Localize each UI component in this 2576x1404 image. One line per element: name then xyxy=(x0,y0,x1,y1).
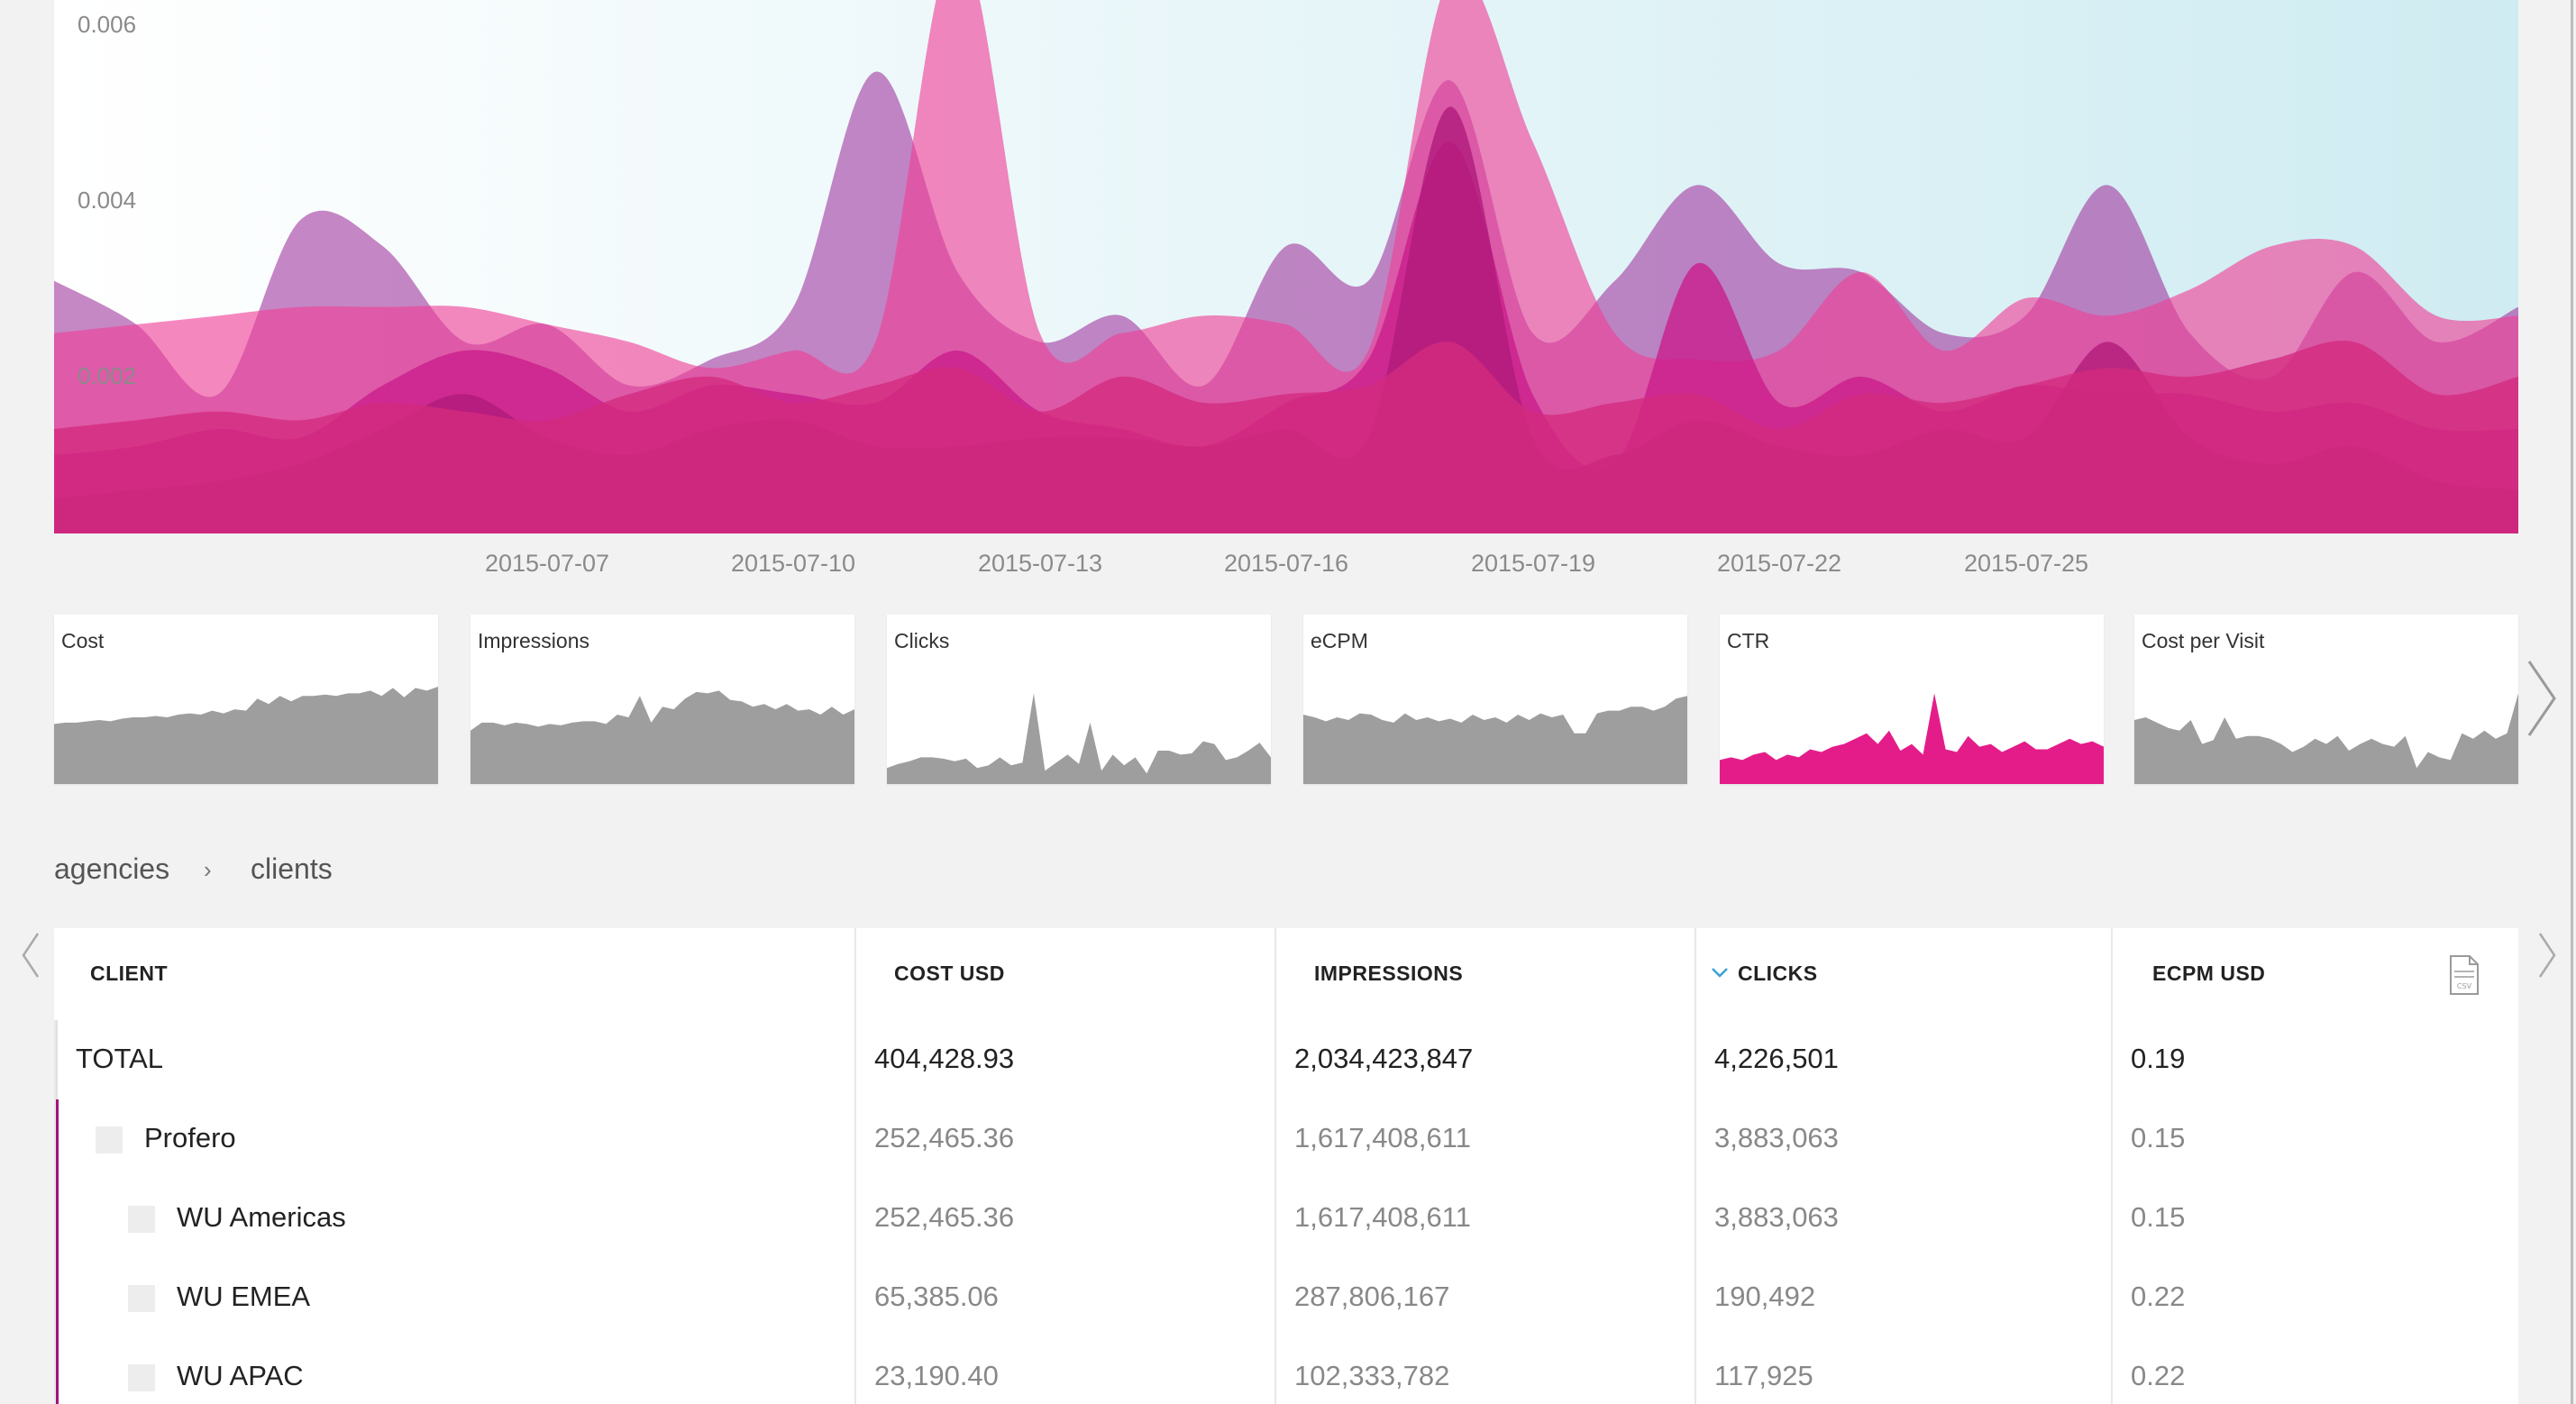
sparkline-area xyxy=(2134,693,2518,784)
metric-card-label: Cost per Visit xyxy=(2142,629,2265,652)
row-checkbox[interactable] xyxy=(128,1285,155,1312)
sparkline-area xyxy=(1303,696,1687,784)
clients-table: CLIENT COST USD IMPRESSIONS CLICKS ECPM … xyxy=(54,928,2518,1404)
chevron-right-icon xyxy=(2527,661,2556,736)
table-row[interactable]: WU APAC 23,190.40 102,333,782 117,925 0.… xyxy=(54,1337,2518,1404)
main-area-chart xyxy=(54,0,2518,533)
x-tick-label: 2015-07-16 xyxy=(1223,550,1349,577)
column-header-cost[interactable]: COST USD xyxy=(854,928,1274,1020)
y-tick-label: 0.006 xyxy=(78,11,137,38)
metric-card-cost-per-visit[interactable]: Cost per Visit xyxy=(2134,615,2518,784)
cell-cost: 65,385.06 xyxy=(874,1281,999,1312)
row-name: TOTAL xyxy=(76,1043,164,1074)
x-tick-label: 2015-07-10 xyxy=(730,550,856,577)
x-tick-label: 2015-07-19 xyxy=(1470,550,1596,577)
x-tick-label: 2015-07-25 xyxy=(1963,550,2089,577)
cell-impressions: 102,333,782 xyxy=(1294,1360,1450,1391)
cell-clicks: 3,883,063 xyxy=(1714,1122,1839,1153)
metric-card-ecpm[interactable]: eCPM xyxy=(1303,615,1687,784)
cell-ecpm: 0.22 xyxy=(2131,1281,2186,1312)
table-row[interactable]: Profero 252,465.36 1,617,408,611 3,883,0… xyxy=(54,1099,2518,1181)
metric-cards-carousel: Cost Impressions Clicks eCPM CTR Cost pe… xyxy=(54,615,2518,784)
sparkline-area xyxy=(54,687,438,784)
row-checkbox[interactable] xyxy=(128,1206,155,1233)
column-header-client[interactable]: CLIENT xyxy=(54,928,854,1020)
chevron-right-icon xyxy=(2538,933,2556,978)
sparkline-area xyxy=(887,693,1271,784)
row-name: WU Americas xyxy=(177,1201,346,1233)
svg-text:CSV: CSV xyxy=(2457,982,2472,990)
cell-cost: 404,428.93 xyxy=(874,1043,1015,1074)
column-header-clicks[interactable]: CLICKS xyxy=(1694,928,2111,1020)
cell-ecpm: 0.15 xyxy=(2131,1122,2186,1153)
y-tick-label: 0.004 xyxy=(78,187,137,214)
cell-ecpm: 0.15 xyxy=(2131,1201,2186,1233)
table-row-total[interactable]: TOTAL 404,428.93 2,034,423,847 4,226,501… xyxy=(54,1020,2518,1101)
cell-impressions: 2,034,423,847 xyxy=(1294,1043,1474,1074)
cell-impressions: 1,617,408,611 xyxy=(1294,1122,1471,1153)
row-name: WU APAC xyxy=(177,1360,304,1391)
chevron-left-icon xyxy=(22,933,40,978)
x-tick-label: 2015-07-13 xyxy=(977,550,1103,577)
csv-export-icon[interactable]: CSV xyxy=(2448,953,2480,997)
cell-impressions: 287,806,167 xyxy=(1294,1281,1450,1312)
cell-ecpm: 0.22 xyxy=(2131,1360,2186,1391)
cell-clicks: 4,226,501 xyxy=(1714,1043,1839,1074)
x-tick-label: 2015-07-07 xyxy=(484,550,610,577)
metric-card-label: eCPM xyxy=(1311,629,1368,652)
metric-card-cost[interactable]: Cost xyxy=(54,615,438,784)
breadcrumb-clients[interactable]: clients xyxy=(251,852,333,886)
metric-card-ctr[interactable]: CTR xyxy=(1720,615,2104,784)
window-edge xyxy=(2571,0,2573,1404)
row-name: WU EMEA xyxy=(177,1281,311,1312)
sparkline-area xyxy=(1720,693,2104,784)
metric-card-label: Impressions xyxy=(478,629,589,652)
y-tick-label: 0.002 xyxy=(78,362,137,389)
carousel-next-button[interactable] xyxy=(2524,658,2560,739)
cell-ecpm: 0.19 xyxy=(2131,1043,2186,1074)
metric-card-clicks[interactable]: Clicks xyxy=(887,615,1271,784)
row-checkbox[interactable] xyxy=(96,1126,123,1153)
column-header-impressions[interactable]: IMPRESSIONS xyxy=(1274,928,1694,1020)
table-row[interactable]: WU Americas 252,465.36 1,617,408,611 3,8… xyxy=(54,1179,2518,1260)
table-scroll-left-button[interactable] xyxy=(16,928,43,982)
cell-clicks: 3,883,063 xyxy=(1714,1201,1839,1233)
cell-impressions: 1,617,408,611 xyxy=(1294,1201,1471,1233)
cell-clicks: 190,492 xyxy=(1714,1281,1816,1312)
breadcrumb-agencies[interactable]: agencies xyxy=(54,852,169,886)
breadcrumb-separator-icon: › xyxy=(204,856,212,883)
sort-descending-icon xyxy=(1712,968,1728,978)
x-tick-label: 2015-07-22 xyxy=(1716,550,1842,577)
cell-cost: 252,465.36 xyxy=(874,1122,1015,1153)
metric-card-label: Clicks xyxy=(894,629,950,652)
cell-clicks: 117,925 xyxy=(1714,1360,1813,1391)
table-row[interactable]: WU EMEA 65,385.06 287,806,167 190,492 0.… xyxy=(54,1258,2518,1339)
cell-cost: 252,465.36 xyxy=(874,1201,1015,1233)
metric-card-impressions[interactable]: Impressions xyxy=(470,615,854,784)
row-checkbox[interactable] xyxy=(128,1364,155,1391)
metric-card-label: Cost xyxy=(61,629,105,652)
table-header: CLIENT COST USD IMPRESSIONS CLICKS ECPM … xyxy=(54,928,2518,1023)
cell-cost: 23,190.40 xyxy=(874,1360,999,1391)
row-name: Profero xyxy=(144,1122,236,1153)
table-scroll-right-button[interactable] xyxy=(2535,928,2562,982)
metric-card-label: CTR xyxy=(1727,629,1770,652)
sparkline-area xyxy=(470,690,854,784)
